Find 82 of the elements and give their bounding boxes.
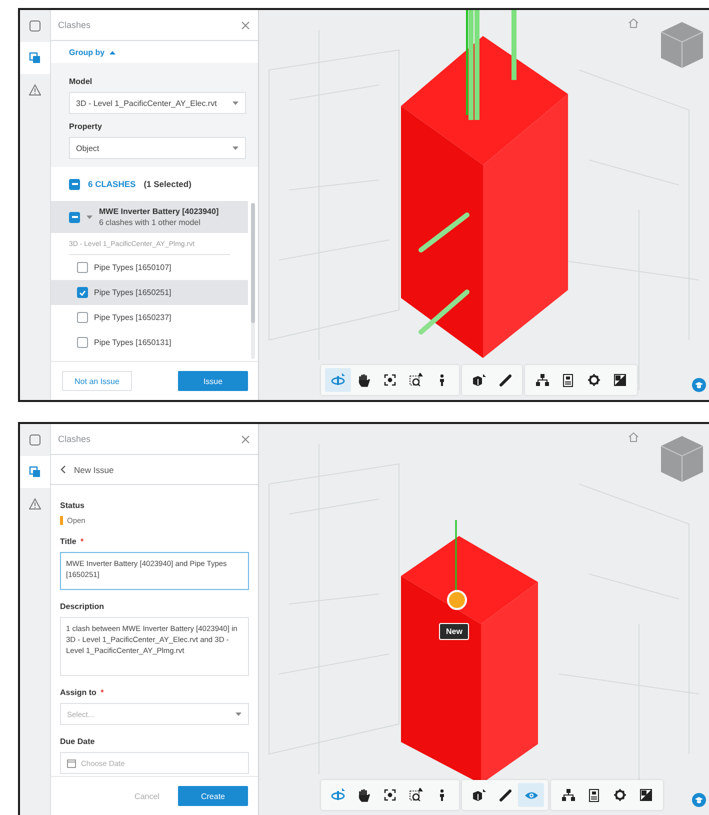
settings-icon	[614, 789, 626, 801]
dropdown-value: Object	[76, 144, 100, 152]
group-subtitle: 6 clashes with 1 other model	[99, 218, 202, 227]
field-label: Model	[69, 77, 94, 86]
ruler-icon	[498, 788, 512, 802]
field-label: Description	[60, 602, 106, 611]
pipe-line	[455, 520, 457, 592]
hierarchy-icon	[562, 789, 574, 801]
dropdown[interactable]: Object	[69, 137, 246, 159]
checkbox[interactable]	[77, 287, 88, 298]
field-label: Due Date	[60, 737, 96, 746]
group-row[interactable]: MWE Inverter Battery [4023940] 6 clashes with 1 other model	[51, 201, 248, 233]
graduation-cap-icon[interactable]	[692, 793, 706, 807]
panel-title: Clashes	[58, 434, 91, 444]
primary-button[interactable]: Issue	[178, 371, 248, 391]
clash-item[interactable]: Pipe Types [1650107]	[51, 255, 248, 280]
overlap-squares-icon[interactable]	[29, 466, 41, 478]
warning-icon[interactable]	[29, 84, 41, 96]
contrast-square-icon	[614, 374, 626, 386]
checkbox[interactable]	[77, 262, 88, 273]
home-icon[interactable]	[628, 432, 639, 442]
issue-label: New	[439, 623, 470, 640]
focus-icon	[384, 374, 396, 386]
select-all-checkbox[interactable]	[69, 178, 80, 190]
document-icon	[563, 374, 573, 386]
field-label: Property	[69, 122, 103, 131]
issue-pin-icon[interactable]	[447, 590, 467, 610]
focus-icon	[384, 789, 396, 801]
clash-item[interactable]: Pipe Types [1650131]	[51, 330, 248, 355]
navigation-cube-icon[interactable]	[659, 434, 705, 484]
scrollbar[interactable]	[251, 203, 255, 359]
dropdown[interactable]: 3D - Level 1_PacificCenter_AY_Elec.rvt	[69, 92, 246, 114]
group-checkbox[interactable]	[69, 212, 80, 222]
group-title: MWE Inverter Battery [4023940]	[99, 207, 219, 216]
eye-icon	[524, 790, 538, 800]
chevron-left-icon	[60, 465, 66, 474]
dropdown-caret-icon	[232, 146, 239, 150]
overlap-squares-icon[interactable]	[29, 52, 41, 64]
selection-count: (1 Selected)	[144, 179, 192, 189]
clash-count: 6 CLASHES	[88, 179, 136, 189]
clash-item[interactable]: Pipe Types [1650251]	[51, 280, 248, 305]
dropdown-value: 3D - Level 1_PacificCenter_AY_Elec.rvt	[76, 98, 217, 108]
panel-title: Clashes	[58, 20, 91, 30]
square-icon[interactable]	[29, 20, 41, 32]
zoom-icon	[409, 788, 423, 802]
ruler-icon	[498, 374, 512, 386]
home-icon[interactable]	[628, 18, 639, 28]
clash-item[interactable]: Pipe Types [1650237]	[51, 305, 248, 330]
minus-icon	[72, 216, 78, 218]
person-icon	[438, 374, 446, 386]
checkmark-icon	[79, 290, 86, 296]
close-icon[interactable]	[241, 20, 250, 30]
hand-icon	[358, 788, 370, 802]
checkbox[interactable]	[77, 312, 88, 323]
orbit-icon	[330, 373, 346, 387]
minus-icon	[72, 183, 78, 185]
zoom-icon	[409, 373, 423, 387]
close-icon[interactable]	[241, 434, 250, 444]
cube-icon	[472, 788, 486, 802]
orbit-icon	[330, 788, 346, 802]
cube-icon	[472, 374, 486, 386]
contrast-square-icon	[640, 789, 652, 801]
document-icon	[589, 788, 599, 802]
caret-icon	[108, 50, 116, 54]
graduation-cap-icon[interactable]	[692, 378, 706, 392]
navigation-cube-icon[interactable]	[659, 20, 705, 70]
dropdown-caret-icon	[232, 100, 239, 106]
person-icon	[438, 788, 446, 802]
field-label: Title *	[60, 537, 85, 546]
checkbox[interactable]	[77, 337, 88, 348]
settings-icon	[588, 374, 600, 386]
dropdown-caret-icon	[235, 712, 242, 716]
warning-icon[interactable]	[29, 498, 41, 510]
primary-button[interactable]: Create	[178, 786, 248, 806]
group-by-toggle[interactable]: Group by	[51, 41, 134, 63]
calendar-icon	[67, 758, 76, 768]
secondary-button[interactable]: Not an Issue	[62, 371, 132, 391]
field-label: Assign to *	[60, 688, 105, 697]
hand-icon	[358, 374, 370, 386]
square-icon[interactable]	[29, 434, 41, 446]
hierarchy-icon	[536, 374, 548, 386]
field-label: Status	[60, 501, 86, 510]
